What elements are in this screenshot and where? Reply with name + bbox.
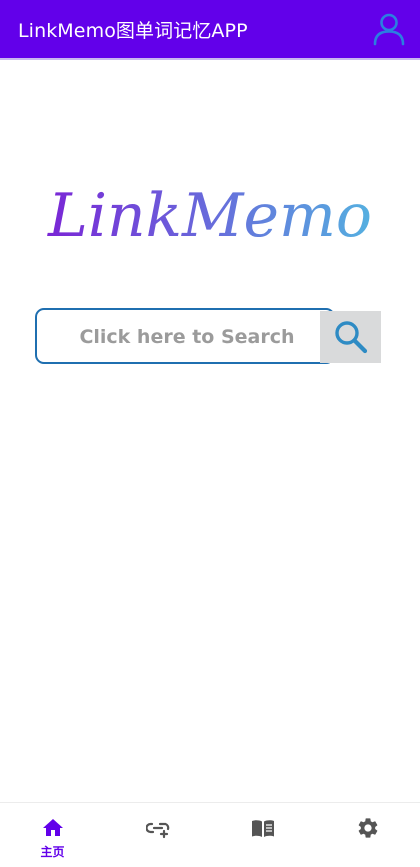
nav-label-home: 主页 [40,845,65,859]
app-bar: LinkMemo图单词记忆APP [0,0,420,60]
nav-item-settings[interactable] [315,803,420,867]
search-input[interactable]: Click here to Search [35,308,335,364]
search-placeholder: Click here to Search [79,326,295,348]
profile-button[interactable] [372,12,406,46]
bottom-navigation: 主页 [0,802,420,867]
logo-text: LinkMemo [47,181,372,251]
app-title: LinkMemo图单词记忆APP [18,20,248,42]
home-icon [42,819,63,836]
nav-item-home[interactable]: 主页 [0,803,105,867]
search-icon [335,321,368,354]
nav-item-link[interactable] [105,803,210,867]
linkmemo-logo: LinkMemo [0,170,420,260]
nav-item-book[interactable] [210,803,315,867]
settings-icon [358,818,377,838]
link-add-icon [145,822,169,839]
person-outline-icon [373,13,405,46]
search-button[interactable] [320,311,381,363]
book-icon [251,820,274,837]
